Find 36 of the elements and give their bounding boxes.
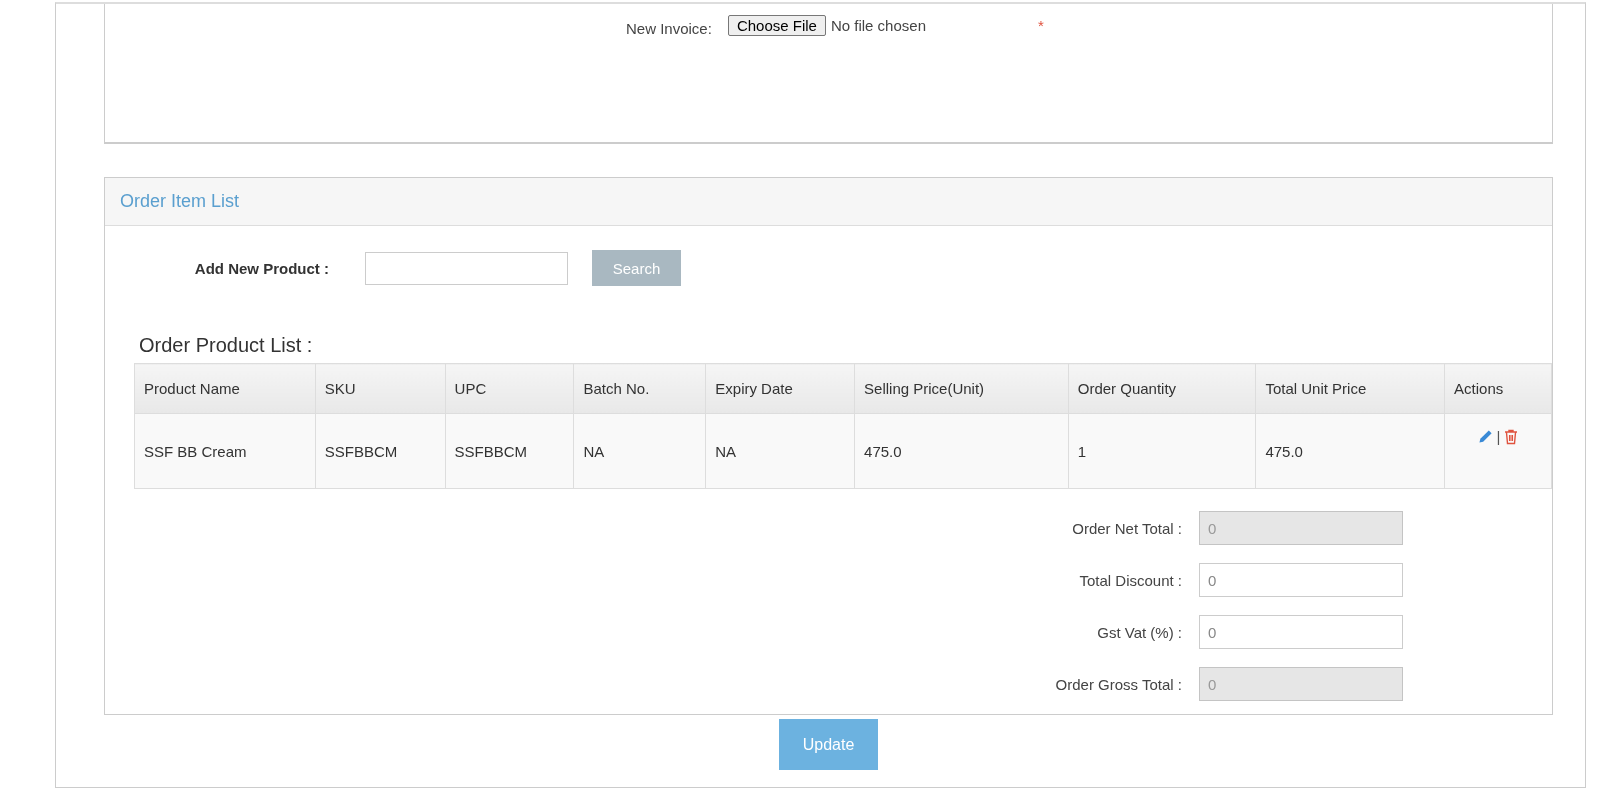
- total-label: Order Net Total :: [1071, 519, 1182, 537]
- required-mark: *: [1038, 17, 1044, 34]
- total-field[interactable]: 0: [1199, 563, 1403, 597]
- update-button[interactable]: Update: [779, 719, 878, 770]
- panel-title: Order Item List: [120, 191, 240, 212]
- table-cell: SSF BB Cream: [134, 413, 316, 489]
- column-header: Batch No.: [574, 363, 706, 414]
- column-header: Product Name: [134, 363, 316, 414]
- product-search-field[interactable]: [365, 251, 568, 285]
- product-list-title: Order Product List :: [139, 334, 314, 357]
- column-header: Actions: [1444, 363, 1552, 414]
- total-field[interactable]: 0: [1199, 615, 1403, 649]
- add-product-label: Add New Product :: [193, 259, 329, 277]
- column-header: Selling Price(Unit): [854, 363, 1069, 414]
- search-button[interactable]: Search: [592, 250, 681, 286]
- table-cell: NA: [705, 413, 855, 489]
- total-label: Gst Vat (%) :: [1096, 623, 1182, 641]
- column-header: Total Unit Price: [1255, 363, 1445, 414]
- trash-icon[interactable]: [1504, 428, 1519, 445]
- invoice-label: New Invoice:: [626, 20, 712, 37]
- table-cell: 475.0: [1255, 413, 1445, 489]
- column-header: SKU: [315, 363, 446, 414]
- table-cell: SSFBBCM: [315, 413, 446, 489]
- total-label: Total Discount :: [1078, 571, 1182, 589]
- choose-file-button[interactable]: Choose File: [727, 15, 826, 36]
- action-separator: |: [1496, 428, 1501, 445]
- table-cell: NA: [574, 413, 706, 489]
- edit-pencil-icon[interactable]: [1477, 429, 1493, 444]
- column-header: Order Quantity: [1068, 363, 1256, 414]
- table-cell: 1: [1068, 413, 1256, 489]
- file-status: No file chosen: [830, 17, 926, 34]
- table-cell: 475.0: [854, 413, 1069, 489]
- column-header: UPC: [445, 363, 574, 414]
- table-cell: SSFBBCM: [445, 413, 574, 489]
- column-header: Expiry Date: [705, 363, 855, 414]
- total-label: Order Gross Total :: [1054, 675, 1182, 693]
